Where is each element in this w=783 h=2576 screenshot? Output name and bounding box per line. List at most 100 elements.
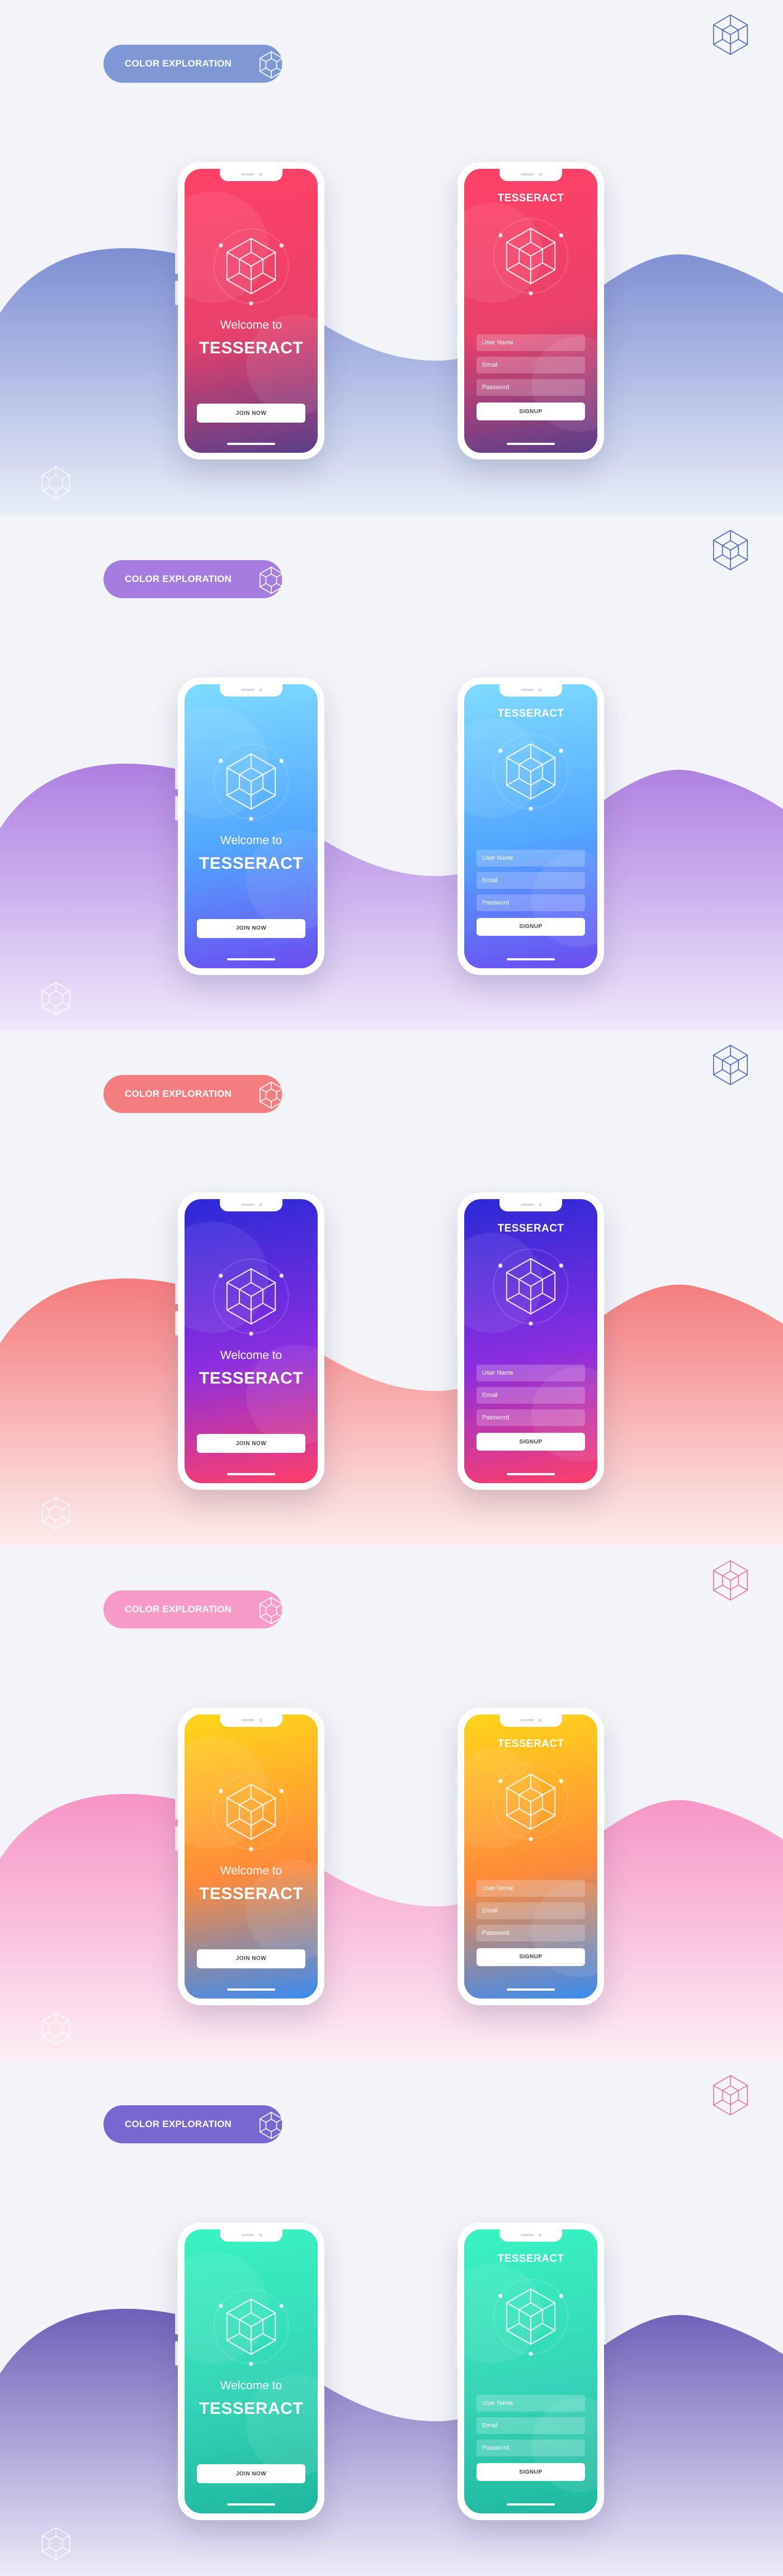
brand-title: TESSERACT [199, 854, 304, 873]
signup-button[interactable]: SIGNUP [477, 917, 585, 936]
welcome-screen: Welcome to TESSERACT JOIN NOW [185, 684, 318, 968]
home-indicator [227, 958, 275, 960]
home-indicator [507, 1988, 555, 1991]
phone-signup-screen: TESSERACT User Name Email Password SIGNU… [455, 1707, 607, 2005]
corner-cube-icon [713, 1044, 748, 1086]
brand-title: TESSERACT [199, 339, 304, 357]
signup-screen: TESSERACT User Name Email Password SIGNU… [464, 1199, 597, 1484]
phone-welcome-screen: Welcome to TESSERACT JOIN NOW [175, 677, 327, 975]
phone-welcome-screen: Welcome to TESSERACT JOIN NOW [175, 1707, 327, 2005]
screen-cube-icon [493, 1248, 569, 1326]
home-indicator [227, 443, 275, 445]
tag-cube-icon [260, 1597, 283, 1625]
color-exploration-tag: COLOR EXPLORATION [103, 2105, 283, 2144]
screen-cube-icon [213, 228, 289, 306]
signup-screen: TESSERACT User Name Email Password SIGNU… [464, 1714, 597, 1999]
brand-title: TESSERACT [497, 2253, 564, 2265]
signup-screen: TESSERACT User Name Email Password SIGNU… [464, 2229, 597, 2514]
tag-label: COLOR EXPLORATION [125, 573, 232, 584]
signup-button[interactable]: SIGNUP [477, 402, 585, 420]
username-field[interactable]: User Name [477, 2395, 585, 2412]
brand-title: TESSERACT [497, 192, 564, 204]
color-exploration-tag: COLOR EXPLORATION [103, 1075, 283, 1114]
join-now-button[interactable]: JOIN NOW [197, 2464, 305, 2484]
phone-signup-screen: TESSERACT User Name Email Password SIGNU… [455, 162, 607, 460]
username-field[interactable]: User Name [477, 1365, 585, 1382]
screen-cube-icon [213, 744, 289, 821]
tag-cube-icon [260, 566, 283, 594]
email-field[interactable]: Email [477, 2417, 585, 2435]
tag-cube-icon [260, 1081, 283, 1109]
welcome-screen: Welcome to TESSERACT JOIN NOW [185, 169, 318, 453]
welcome-screen: Welcome to TESSERACT JOIN NOW [185, 1199, 318, 1484]
brand-title: TESSERACT [199, 1369, 304, 1388]
home-indicator [507, 2503, 555, 2506]
color-exploration-section: COLOR EXPLORATION Welcome to TESSERACT J… [0, 0, 783, 515]
email-field[interactable]: Email [477, 1387, 585, 1404]
email-field[interactable]: Email [477, 1902, 585, 1919]
email-field[interactable]: Email [477, 872, 585, 889]
tag-cube-icon [260, 2111, 283, 2139]
welcome-text: Welcome to [220, 1864, 282, 1877]
color-exploration-section: COLOR EXPLORATION Welcome to TESSERACT J… [0, 1545, 783, 2061]
brand-title: TESSERACT [497, 1223, 564, 1235]
home-indicator [507, 1473, 555, 1476]
password-field[interactable]: Password [477, 1409, 585, 1427]
welcome-text: Welcome to [220, 834, 282, 847]
color-exploration-tag: COLOR EXPLORATION [103, 1590, 283, 1628]
welcome-text: Welcome to [220, 1349, 282, 1362]
exploration-sections: COLOR EXPLORATION Welcome to TESSERACT J… [0, 0, 783, 2576]
brand-title: TESSERACT [497, 1737, 564, 1750]
signup-button[interactable]: SIGNUP [477, 1433, 585, 1451]
home-indicator [227, 1988, 275, 1991]
screen-cube-icon [213, 2289, 289, 2366]
signup-screen: TESSERACT User Name Email Password SIGNU… [464, 684, 597, 968]
username-field[interactable]: User Name [477, 334, 585, 351]
home-indicator [227, 1473, 275, 1476]
bottom-cube-icon [41, 982, 70, 1015]
email-field[interactable]: Email [477, 357, 585, 373]
color-exploration-section: COLOR EXPLORATION Welcome to TESSERACT J… [0, 2061, 783, 2576]
password-field[interactable]: Password [477, 379, 585, 396]
home-indicator [227, 2503, 275, 2506]
phone-signup-screen: TESSERACT User Name Email Password SIGNU… [455, 677, 607, 975]
signup-screen: TESSERACT User Name Email Password SIGNU… [464, 169, 597, 453]
tag-label: COLOR EXPLORATION [125, 1088, 232, 1100]
home-indicator [507, 958, 555, 960]
username-field[interactable]: User Name [477, 1879, 585, 1897]
screen-cube-icon [493, 733, 569, 811]
screen-cube-icon [493, 2279, 569, 2356]
corner-cube-icon [713, 14, 748, 55]
welcome-screen: Welcome to TESSERACT JOIN NOW [185, 1714, 318, 1999]
bottom-cube-icon [41, 2527, 70, 2560]
phone-welcome-screen: Welcome to TESSERACT JOIN NOW [175, 1192, 327, 1490]
password-field[interactable]: Password [477, 894, 585, 911]
screen-cube-icon [493, 218, 569, 296]
bottom-cube-icon [41, 2012, 70, 2045]
join-now-button[interactable]: JOIN NOW [197, 918, 305, 938]
color-exploration-section: COLOR EXPLORATION Welcome to TESSERACT J… [0, 515, 783, 1031]
bottom-cube-icon [41, 466, 70, 500]
join-now-button[interactable]: JOIN NOW [197, 404, 305, 423]
phone-welcome-screen: Welcome to TESSERACT JOIN NOW [175, 2223, 327, 2521]
username-field[interactable]: User Name [477, 849, 585, 866]
brand-title: TESSERACT [497, 707, 564, 719]
password-field[interactable]: Password [477, 1924, 585, 1942]
phone-signup-screen: TESSERACT User Name Email Password SIGNU… [455, 1192, 607, 1490]
color-exploration-section: COLOR EXPLORATION Welcome to TESSERACT J… [0, 1030, 783, 1546]
corner-cube-icon [713, 529, 748, 570]
corner-cube-icon [713, 1560, 748, 1601]
join-now-button[interactable]: JOIN NOW [197, 1434, 305, 1453]
password-field[interactable]: Password [477, 2440, 585, 2457]
tag-cube-icon [260, 51, 283, 79]
signup-button[interactable]: SIGNUP [477, 2463, 585, 2482]
signup-button[interactable]: SIGNUP [477, 1948, 585, 1966]
welcome-text: Welcome to [220, 2379, 282, 2393]
tag-label: COLOR EXPLORATION [125, 58, 232, 69]
welcome-screen: Welcome to TESSERACT JOIN NOW [185, 2229, 318, 2514]
phone-signup-screen: TESSERACT User Name Email Password SIGNU… [455, 2223, 607, 2521]
screen-cube-icon [493, 1764, 569, 1841]
bottom-cube-icon [41, 1497, 70, 1530]
join-now-button[interactable]: JOIN NOW [197, 1949, 305, 1968]
brand-title: TESSERACT [199, 2399, 304, 2418]
